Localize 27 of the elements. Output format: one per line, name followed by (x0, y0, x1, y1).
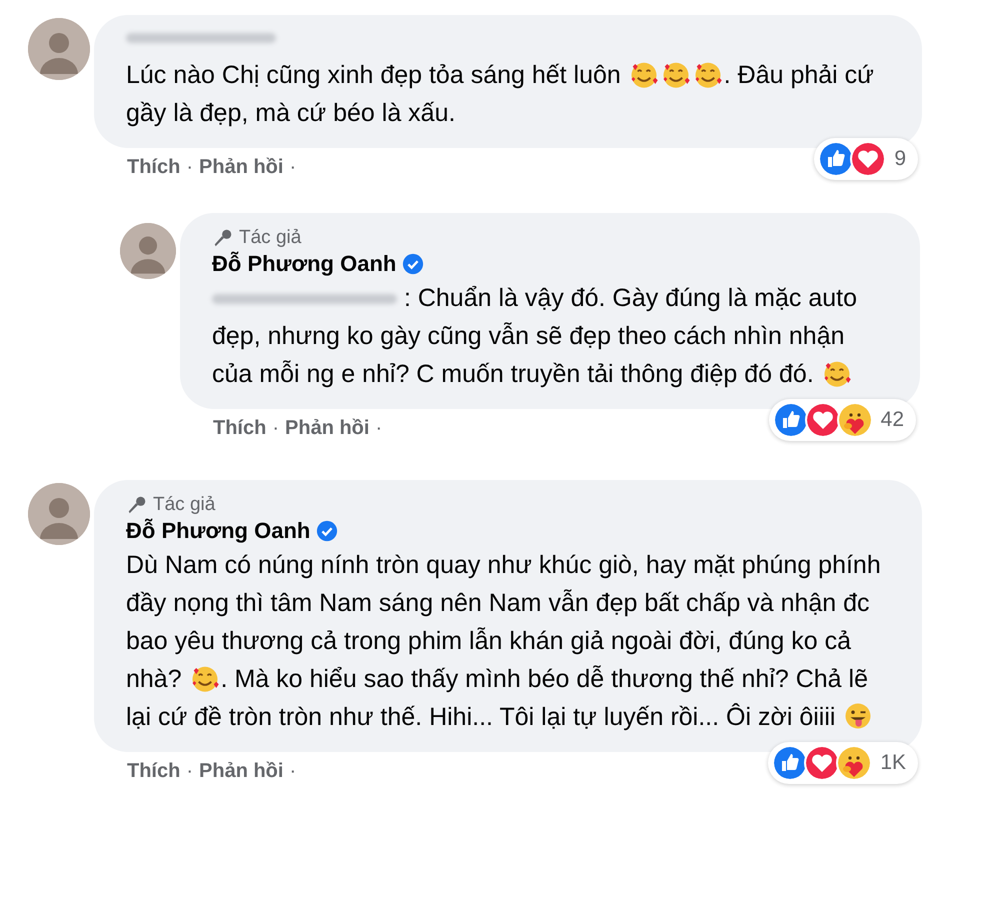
avatar[interactable] (28, 18, 90, 80)
separator-dot: · (186, 156, 194, 179)
separator-dot: · (289, 760, 296, 783)
action-link[interactable]: Thích (127, 760, 180, 783)
reaction-summary[interactable]: 9 (814, 138, 918, 180)
avatar[interactable] (28, 483, 90, 545)
action-link[interactable]: Thích (213, 417, 266, 440)
microphone-icon (212, 227, 234, 249)
action-link[interactable]: Phản hồi (199, 760, 284, 783)
author-label: Tác giả (153, 494, 216, 516)
separator-dot: · (289, 156, 296, 179)
action-link[interactable]: Thích (127, 156, 180, 179)
comment-text: : Chuẩn là vậy đó. Gày đúng là mặc auto đẹp, nhưng ko gày cũng vẫn sẽ đẹp theo cách nhìn nhận của mỗi ng e nhỉ? C muốn truyền tải thông điệp đó đó. (212, 283, 858, 390)
separator-dot: · (186, 760, 194, 783)
commenter-name[interactable]: Đỗ Phương Oanh (212, 251, 396, 277)
reaction-summary[interactable]: 42 (768, 399, 916, 441)
action-link[interactable]: Phản hồi (285, 417, 370, 440)
author-label: Tác giả (239, 227, 302, 249)
comment-text: Lúc nào Chị cũng xinh đẹp tỏa sáng hết luôn . Đâu phải cứ gầy là đẹp, mà cứ béo là xấu. (126, 58, 875, 129)
comment-text: Dù Nam có núng nính tròn quay như khúc giò, hay mặt phúng phính đầy nọng thì tâm Nam sáng nên Nam vẫn đẹp bất chấp và nhận đc bao yêu thương cả trong phim lẫn khán giả ngoài đời, đúng ko cả nhà? . Mà ko hiểu sao thấy mình béo dễ thương thế nhỉ? Chả lẽ lại cứ đề tròn tròn như thế. Hihi... Tôi lại tự luyến rồi... Ôi zời ôiiii (126, 550, 882, 733)
commenter-name[interactable]: Đỗ Phương Oanh (126, 518, 310, 544)
action-link[interactable]: Phản hồi (199, 156, 284, 179)
separator-dot: · (272, 417, 280, 440)
microphone-icon (126, 494, 148, 516)
avatar[interactable] (120, 223, 176, 279)
separator-dot: · (375, 417, 382, 440)
reaction-summary[interactable]: 1K (768, 742, 918, 784)
